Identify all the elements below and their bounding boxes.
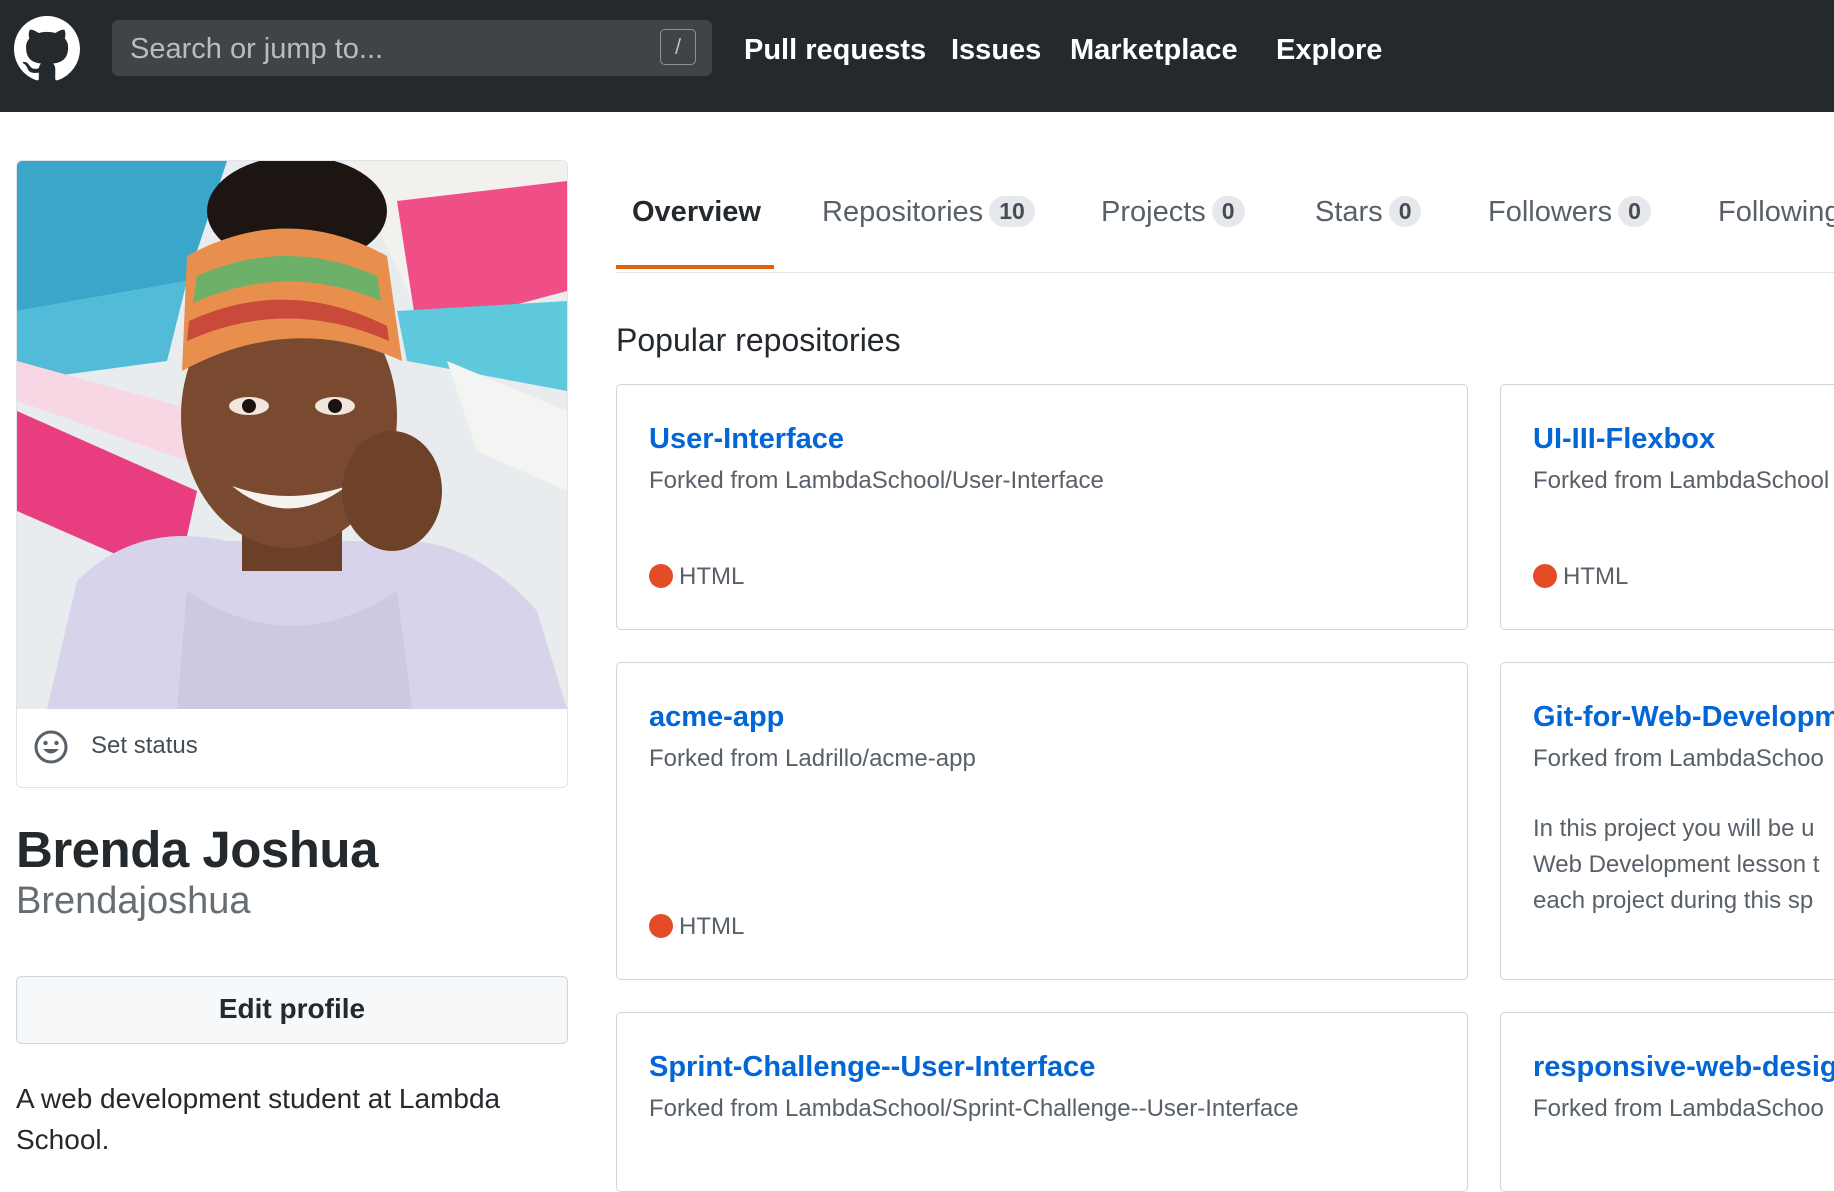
language-color-dot	[649, 914, 673, 938]
top-navbar: / Pull requests Issues Marketplace Explo…	[0, 0, 1834, 112]
repo-card: acme-app Forked from Ladrillo/acme-app H…	[616, 662, 1468, 980]
search-box[interactable]: /	[112, 20, 712, 78]
forked-from: Forked from LambdaSchool	[1533, 467, 1830, 494]
keyboard-shortcut-hint: /	[660, 29, 696, 65]
nav-issues[interactable]: Issues	[951, 28, 1041, 72]
set-status-label: Set status	[91, 732, 198, 759]
repo-link[interactable]: Sprint-Challenge--User-Interface	[649, 1051, 1095, 1084]
profile-bio: A web development student at Lambda Scho…	[16, 1083, 501, 1155]
profile-username: Brendajoshua	[16, 880, 251, 922]
repo-card: responsive-web-desig Forked from LambdaS…	[1500, 1012, 1834, 1192]
language-color-dot	[649, 564, 673, 588]
repo-card: UI-III-Flexbox Forked from LambdaSchool …	[1500, 384, 1834, 630]
profile-tabs: Overview Repositories 10 Projects 0 Stars 0…	[616, 180, 1834, 273]
tab-repositories[interactable]: Repositories 10	[822, 196, 1035, 229]
repo-language: HTML	[1533, 563, 1628, 591]
avatar[interactable]	[17, 161, 567, 709]
repo-link[interactable]: responsive-web-desig	[1533, 1051, 1834, 1084]
tab-stars[interactable]: Stars 0	[1315, 196, 1422, 229]
language-label: HTML	[679, 913, 745, 940]
tab-counter: 0	[1618, 196, 1651, 227]
tab-overview[interactable]: Overview	[632, 196, 761, 229]
repo-language: HTML	[649, 563, 744, 591]
forked-from: Forked from LambdaSchool/User-Interface	[649, 467, 1104, 494]
repo-description: In this project you will be u Web Develo…	[1533, 815, 1820, 914]
repo-link[interactable]: acme-app	[649, 701, 784, 734]
tab-following[interactable]: Following	[1718, 196, 1834, 229]
search-input[interactable]	[128, 20, 652, 78]
tab-counter: 0	[1388, 196, 1422, 227]
profile-full-name: Brenda Joshua	[16, 821, 378, 878]
tab-followers[interactable]: Followers 0	[1488, 196, 1651, 229]
tab-label: Stars	[1315, 196, 1383, 228]
repo-link[interactable]: User-Interface	[649, 423, 844, 456]
language-color-dot	[1533, 564, 1557, 588]
smiley-icon	[34, 730, 68, 764]
tab-label: Repositories	[822, 196, 984, 228]
tab-label: Projects	[1101, 196, 1206, 228]
active-tab-indicator	[616, 265, 774, 269]
github-mark-icon[interactable]	[14, 16, 80, 82]
tab-counter: 0	[1211, 196, 1245, 227]
repo-language: HTML	[649, 913, 744, 941]
language-label: HTML	[1563, 563, 1629, 590]
language-label: HTML	[679, 563, 745, 590]
forked-from: Forked from Ladrillo/acme-app	[649, 745, 976, 772]
nav-explore[interactable]: Explore	[1276, 28, 1382, 72]
tab-label: Followers	[1488, 196, 1613, 228]
repo-card: Sprint-Challenge--User-Interface Forked …	[616, 1012, 1468, 1192]
tab-label: Overview	[632, 196, 761, 228]
tab-projects[interactable]: Projects 0	[1101, 196, 1245, 229]
repo-card: Git-for-Web-Developm Forked from LambdaS…	[1500, 662, 1834, 980]
forked-from: Forked from LambdaSchoo	[1533, 745, 1824, 772]
popular-repositories-heading: Popular repositories	[616, 322, 901, 358]
nav-marketplace[interactable]: Marketplace	[1070, 28, 1238, 72]
edit-profile-button[interactable]: Edit profile	[16, 976, 568, 1044]
set-status-button[interactable]: Set status	[17, 709, 567, 787]
nav-pull-requests[interactable]: Pull requests	[744, 28, 926, 72]
forked-from: Forked from LambdaSchoo	[1533, 1095, 1824, 1122]
tab-label: Following	[1718, 196, 1834, 228]
repo-link[interactable]: Git-for-Web-Developm	[1533, 701, 1834, 734]
tab-counter: 10	[989, 196, 1035, 227]
forked-from: Forked from LambdaSchool/Sprint-Challeng…	[649, 1095, 1299, 1122]
repo-card: User-Interface Forked from LambdaSchool/…	[616, 384, 1468, 630]
avatar-card: Set status	[16, 160, 568, 788]
repo-link[interactable]: UI-III-Flexbox	[1533, 423, 1715, 456]
